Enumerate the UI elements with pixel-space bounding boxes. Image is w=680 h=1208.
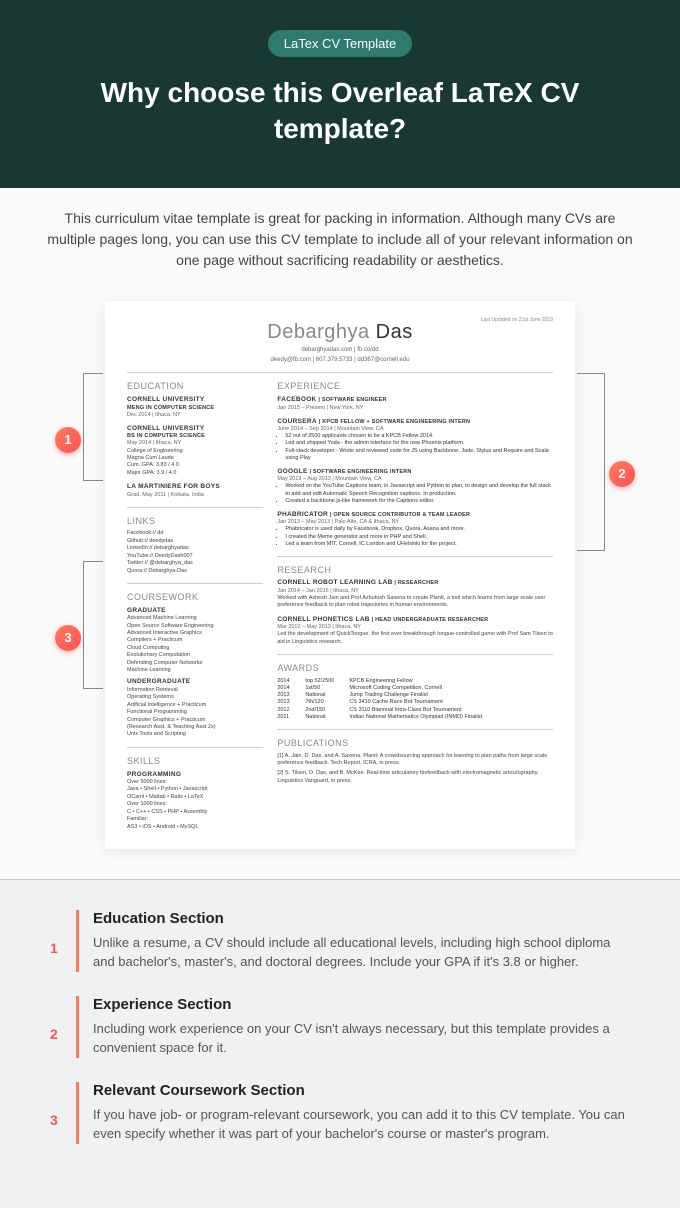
explanation-number: 2: [50, 996, 62, 1058]
cv-undergrad-body: Information Retrieval Operating Systems …: [127, 687, 263, 739]
intro-text: This curriculum vitae template is great …: [0, 188, 680, 291]
cv-award-row: 20141st/50Microsoft Coding Competition, …: [277, 685, 553, 692]
cv-publication-item: [1] A. Jain, D. Das, and A. Saxena. Plan…: [277, 753, 553, 768]
cv-graduate-heading: GRADUATE: [127, 607, 263, 615]
cv-preview-container: 1 2 3 Last Updated on 21st June 2019 Deb…: [0, 291, 680, 879]
category-badge: LaTex CV Template: [268, 30, 413, 57]
cv-research-item: CORNELL ROBOT LEARNING LAB | RESEARCHERJ…: [277, 579, 553, 609]
cv-skills-body: Over 5000 lines: Java • Shell • Python •…: [127, 779, 263, 831]
cv-publications-heading: PUBLICATIONS: [277, 738, 553, 750]
cv-publication-item: [2] S. Tilsen, D. Das, and B. McKee. Rea…: [277, 770, 553, 785]
cv-links-heading: LINKS: [127, 516, 263, 528]
callout-marker-2: 2: [609, 461, 635, 487]
cv-graduate-body: Advanced Machine Learning Open Source So…: [127, 615, 263, 674]
cv-award-row: 2011NationalIndian National Mathematics …: [277, 714, 553, 721]
cv-skills-heading: SKILLS: [127, 756, 263, 768]
cv-research-item: CORNELL PHONETICS LAB | HEAD UNDERGRADUA…: [277, 616, 553, 646]
cv-education-item: CORNELL UNIVERSITYMENG IN COMPUTER SCIEN…: [127, 396, 263, 419]
cv-research-heading: RESEARCH: [277, 565, 553, 577]
cv-contact-2: deedy@fb.com | 607.379.5733 | dd367@corn…: [127, 357, 553, 365]
cv-award-row: 2013NationalJump Trading Challenge Final…: [277, 692, 553, 699]
explanation-title: Education Section: [93, 910, 630, 927]
cv-last-updated: Last Updated on 21st June 2019: [481, 317, 553, 324]
explanation-item: 2 Experience Section Including work experi…: [50, 996, 630, 1058]
cv-links-body: Facebook:// dd Github:// deedydas Linked…: [127, 530, 263, 575]
callout-marker-1: 1: [55, 427, 81, 453]
cv-education-item: CORNELL UNIVERSITYBS IN COMPUTER SCIENCE…: [127, 425, 263, 477]
cv-undergrad-heading: UNDERGRADUATE: [127, 678, 263, 686]
cv-experience-item: PHABRICATOR | OPEN SOURCE CONTRIBUTOR & …: [277, 511, 553, 548]
bracket-2: [577, 373, 605, 551]
cv-experience-heading: EXPERIENCE: [277, 381, 553, 393]
cv-contact-1: debarghyadas.com | fb.co/dd: [127, 347, 553, 355]
explanation-title: Experience Section: [93, 996, 630, 1013]
cv-experience-item: GOOGLE | SOFTWARE ENGINEERING INTERNMay …: [277, 468, 553, 505]
cv-education-heading: EDUCATION: [127, 381, 263, 393]
page-title: Why choose this Overleaf LaTeX CV templa…: [40, 75, 640, 148]
cv-award-row: 2014top 52/2500KPCB Engineering Fellow: [277, 678, 553, 685]
cv-experience-item: FACEBOOK | SOFTWARE ENGINEERJan 2015 – P…: [277, 396, 553, 412]
bracket-1: [83, 373, 103, 481]
bracket-3: [83, 561, 103, 689]
cv-education-item: LA MARTINIERE FOR BOYSGrad. May 2011 | K…: [127, 483, 263, 499]
explanation-title: Relevant Coursework Section: [93, 1082, 630, 1099]
cv-programming-heading: PROGRAMMING: [127, 771, 263, 779]
explanation-section: 1 Education Section Unlike a resume, a CV …: [0, 880, 680, 1208]
hero-section: LaTex CV Template Why choose this Overle…: [0, 0, 680, 188]
explanation-item: 1 Education Section Unlike a resume, a CV …: [50, 910, 630, 972]
explanation-text: If you have job- or program-relevant cou…: [93, 1105, 630, 1144]
cv-award-row: 20137th/120CS 3410 Cache Race Bot Tourna…: [277, 699, 553, 706]
cv-awards-heading: AWARDS: [277, 663, 553, 675]
cv-coursework-heading: COURSEWORK: [127, 592, 263, 604]
callout-marker-3: 3: [55, 625, 81, 651]
explanation-item: 3 Relevant Coursework Section If you have …: [50, 1082, 630, 1144]
explanation-number: 1: [50, 910, 62, 972]
cv-experience-item: COURSERA | KPCB FELLOW + SOFTWARE ENGINE…: [277, 418, 553, 462]
explanation-text: Unlike a resume, a CV should include all…: [93, 933, 630, 972]
cv-award-row: 20122nd/150CS 3110 Biannual Intra-Class …: [277, 707, 553, 714]
explanation-number: 3: [50, 1082, 62, 1144]
cv-document: Last Updated on 21st June 2019 Debarghya…: [105, 301, 575, 849]
explanation-text: Including work experience on your CV isn…: [93, 1019, 630, 1058]
